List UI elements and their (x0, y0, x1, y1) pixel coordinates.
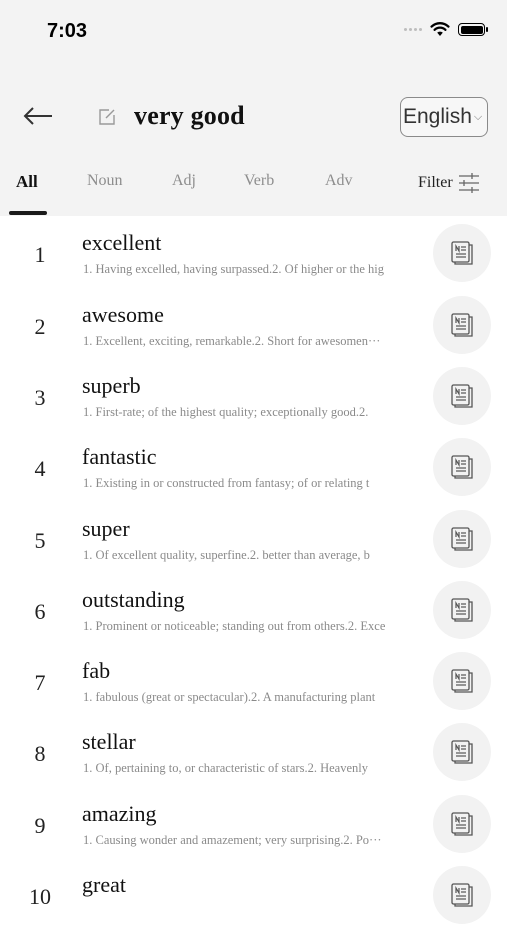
item-rank: 10 (29, 884, 51, 909)
notebook-button[interactable] (433, 224, 491, 282)
item-rank: 4 (34, 456, 46, 481)
notebook-icon (451, 455, 473, 479)
search-query[interactable]: very good (134, 101, 245, 131)
notebook-button[interactable] (433, 510, 491, 568)
notebook-button[interactable] (433, 866, 491, 924)
item-rank: 7 (34, 670, 46, 695)
item-rank: 2 (34, 314, 46, 339)
list-item[interactable]: 4 fantastic 1. Existing in or constructe… (0, 430, 507, 502)
item-definition: 1. Of, pertaining to, or characteristic … (83, 761, 368, 775)
filter-button[interactable]: Filter (418, 172, 481, 194)
item-definition: 1. Excellent, exciting, remarkable.2. Sh… (83, 334, 381, 348)
notebook-icon (451, 241, 473, 265)
list-item[interactable]: 8 stellar 1. Of, pertaining to, or chara… (0, 715, 507, 787)
item-definition: 1. First-rate; of the highest quality; e… (83, 405, 369, 419)
notebook-icon (451, 740, 473, 764)
item-word: fantastic (82, 444, 157, 469)
notebook-button[interactable] (433, 723, 491, 781)
list-item[interactable]: 3 superb 1. First-rate; of the highest q… (0, 359, 507, 431)
notebook-button[interactable] (433, 438, 491, 496)
item-word: great (82, 872, 126, 897)
list-item[interactable]: 2 awesome 1. Excellent, exciting, remark… (0, 288, 507, 360)
tab-all[interactable]: All (16, 172, 38, 192)
wifi-icon (430, 22, 450, 36)
notebook-button[interactable] (433, 581, 491, 639)
notebook-icon (451, 313, 473, 337)
filter-sliders-icon (458, 173, 479, 193)
list-item[interactable]: 6 outstanding 1. Prominent or noticeable… (0, 573, 507, 645)
list-item[interactable]: 9 amazing 1. Causing wonder and amazemen… (0, 787, 507, 859)
notebook-button[interactable] (433, 367, 491, 425)
notebook-icon (451, 598, 473, 622)
item-word: fab (82, 658, 111, 683)
item-word: stellar (82, 729, 136, 754)
tab-noun[interactable]: Noun (87, 172, 123, 190)
status-icons (404, 22, 488, 37)
item-word: awesome (82, 302, 164, 327)
tab-adv[interactable]: Adv (325, 172, 353, 190)
item-definition: 1. Prominent or noticeable; standing out… (83, 619, 386, 633)
notebook-icon (451, 812, 473, 836)
item-rank: 9 (34, 813, 46, 838)
language-selector[interactable]: English ⌵ (400, 97, 488, 137)
list-item[interactable]: 10 great (0, 858, 507, 930)
notebook-button[interactable] (433, 652, 491, 710)
notebook-icon (451, 527, 473, 551)
item-definition: 1. Having excelled, having surpassed.2. … (83, 262, 384, 276)
notebook-icon (451, 883, 473, 907)
item-word: excellent (82, 230, 162, 255)
item-word: super (82, 516, 130, 541)
item-word: outstanding (82, 587, 185, 612)
back-arrow-icon[interactable] (20, 101, 56, 131)
item-definition: 1. Causing wonder and amazement; very su… (83, 833, 382, 847)
filter-label: Filter (418, 174, 453, 191)
notebook-icon (451, 669, 473, 693)
language-label: English (403, 105, 472, 128)
item-word: amazing (82, 801, 157, 826)
item-rank: 1 (34, 242, 46, 267)
item-definition: 1. Of excellent quality, superfine.2. be… (83, 548, 370, 562)
signal-icon (404, 28, 422, 31)
battery-icon (458, 23, 488, 36)
edit-icon[interactable] (98, 108, 116, 126)
item-rank: 5 (34, 528, 46, 553)
item-rank: 8 (34, 741, 46, 766)
list-item[interactable]: 1 excellent 1. Having excelled, having s… (0, 216, 507, 288)
item-rank: 3 (34, 385, 46, 410)
chevron-down-icon: ⌵ (473, 110, 483, 123)
item-word: superb (82, 373, 141, 398)
item-rank: 6 (34, 599, 46, 624)
tab-adj[interactable]: Adj (172, 172, 196, 190)
list-item[interactable]: 5 super 1. Of excellent quality, superfi… (0, 502, 507, 574)
active-tab-indicator (9, 211, 47, 215)
notebook-icon (451, 384, 473, 408)
list-item[interactable]: 7 fab 1. fabulous (great or spectacular)… (0, 644, 507, 716)
notebook-button[interactable] (433, 296, 491, 354)
item-definition: 1. Existing in or constructed from fanta… (83, 476, 370, 490)
item-definition: 1. fabulous (great or spectacular).2. A … (83, 690, 376, 704)
notebook-button[interactable] (433, 795, 491, 853)
tab-verb[interactable]: Verb (244, 172, 274, 190)
status-time: 7:03 (47, 20, 88, 42)
